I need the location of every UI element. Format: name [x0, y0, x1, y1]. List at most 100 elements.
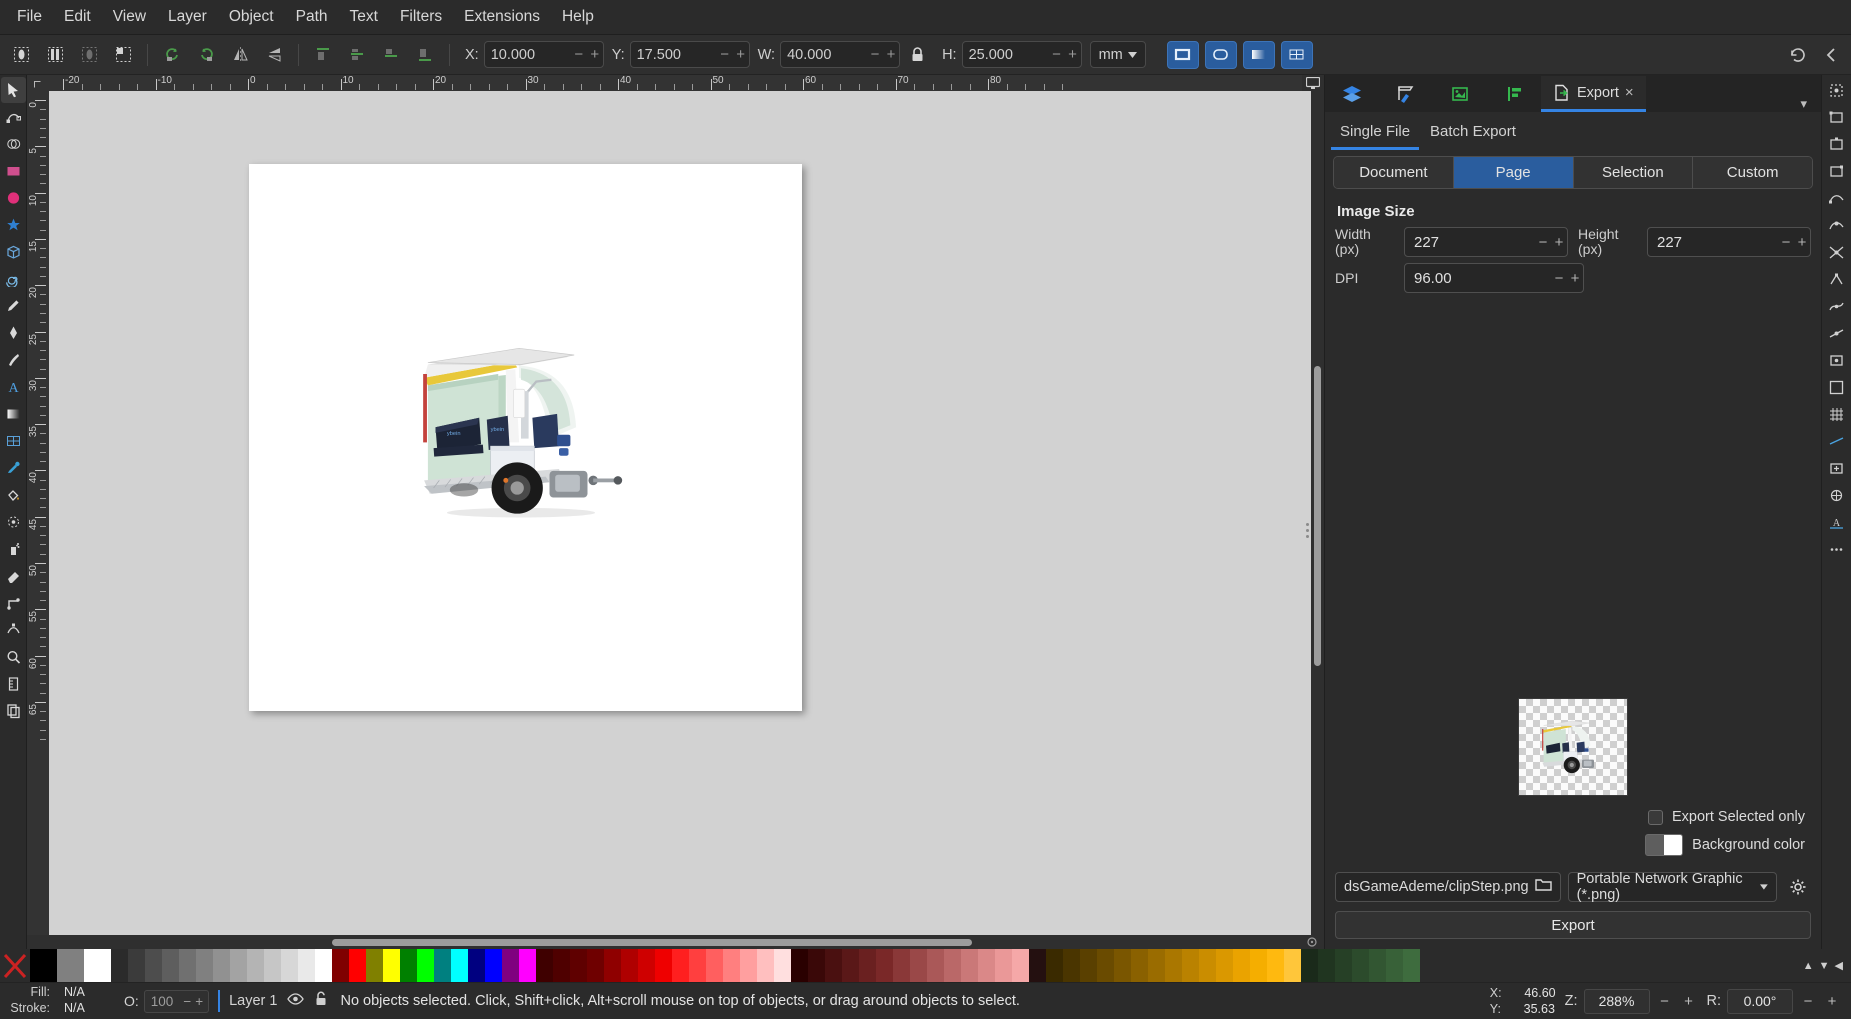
palette-swatch[interactable]: [298, 949, 315, 982]
raise-to-top-icon[interactable]: [308, 40, 338, 70]
palette-swatch[interactable]: [978, 949, 995, 982]
3dbox-tool[interactable]: [1, 239, 26, 265]
palette-swatch[interactable]: [1335, 949, 1352, 982]
h-increment[interactable]: +: [1065, 46, 1081, 63]
snap-guide-icon[interactable]: [1824, 428, 1850, 455]
opacity-increment[interactable]: +: [195, 994, 208, 1009]
y-decrement[interactable]: −: [717, 46, 733, 63]
palette-swatch[interactable]: [1165, 949, 1182, 982]
menu-extensions[interactable]: Extensions: [453, 4, 551, 30]
menu-help[interactable]: Help: [551, 4, 605, 30]
palette-swatch[interactable]: [128, 949, 145, 982]
palette-swatch[interactable]: [842, 949, 859, 982]
palette-swatch[interactable]: [417, 949, 434, 982]
w-input[interactable]: [781, 42, 868, 67]
h-spinner[interactable]: − +: [961, 41, 1082, 68]
palette-swatch[interactable]: [570, 949, 587, 982]
lower-icon[interactable]: [376, 40, 406, 70]
palette-swatch[interactable]: [1318, 949, 1335, 982]
palette-swatch[interactable]: [434, 949, 451, 982]
dock-tab-export[interactable]: Export ×: [1541, 76, 1646, 112]
canvas-horizontal-scrollbar[interactable]: [27, 935, 1324, 949]
height-decrement[interactable]: −: [1778, 234, 1794, 251]
vertical-scroll-thumb[interactable]: [1314, 366, 1321, 666]
rotation-decrement[interactable]: −: [1799, 993, 1817, 1010]
ruler-corner[interactable]: [27, 75, 49, 91]
chevron-down-icon[interactable]: ▼: [1819, 960, 1830, 972]
dock-tab-fill-stroke[interactable]: [1379, 76, 1433, 112]
menu-edit[interactable]: Edit: [53, 4, 102, 30]
width-input-wrapper[interactable]: − +: [1404, 227, 1568, 257]
palette-swatch[interactable]: [689, 949, 706, 982]
palette-swatch[interactable]: [553, 949, 570, 982]
palette-swatch[interactable]: [859, 949, 876, 982]
unlock-icon[interactable]: [314, 991, 328, 1011]
tab-single-file[interactable]: Single File: [1331, 118, 1420, 150]
menu-file[interactable]: File: [6, 4, 53, 30]
export-button[interactable]: Export: [1335, 911, 1811, 939]
dpi-decrement[interactable]: −: [1551, 270, 1567, 287]
palette-swatch[interactable]: [1148, 949, 1165, 982]
select-all-icon[interactable]: [6, 40, 36, 70]
calligraphy-tool[interactable]: [1, 347, 26, 373]
y-input[interactable]: [630, 42, 717, 67]
menu-object[interactable]: Object: [218, 4, 285, 30]
affect-gradients-button[interactable]: [1242, 40, 1275, 69]
x-decrement[interactable]: −: [571, 46, 587, 63]
palette-swatch[interactable]: [876, 949, 893, 982]
h-input[interactable]: [962, 42, 1049, 67]
snap-grid-icon[interactable]: [1824, 401, 1850, 428]
palette-swatch[interactable]: [927, 949, 944, 982]
eraser-tool[interactable]: [1, 563, 26, 589]
snap-bbox-icon[interactable]: [1824, 104, 1850, 131]
snap-nodes-icon[interactable]: [1824, 185, 1850, 212]
palette-swatch[interactable]: [1029, 949, 1046, 982]
rotation-input-wrapper[interactable]: [1727, 988, 1793, 1014]
snap-bbox-corner-icon[interactable]: [1824, 158, 1850, 185]
palette-swatch[interactable]: [349, 949, 366, 982]
export-filename-input[interactable]: dsGameAdeme/clipStep.png: [1335, 872, 1561, 902]
palette-swatch[interactable]: [1097, 949, 1114, 982]
height-increment[interactable]: +: [1794, 234, 1810, 251]
dpi-increment[interactable]: +: [1567, 270, 1583, 287]
palette-swatch[interactable]: [672, 949, 689, 982]
opacity-decrement[interactable]: −: [179, 994, 195, 1009]
palette-swatch[interactable]: [808, 949, 825, 982]
palette-swatch[interactable]: [536, 949, 553, 982]
palette-swatch[interactable]: [1199, 949, 1216, 982]
pages-tool[interactable]: [1, 698, 26, 724]
palette-swatch[interactable]: [791, 949, 808, 982]
palette-swatch[interactable]: [1216, 949, 1233, 982]
w-spinner[interactable]: − +: [780, 41, 901, 68]
palette-swatch[interactable]: [995, 949, 1012, 982]
canvas-image-etrike[interactable]: ybein ybein: [407, 336, 635, 526]
dock-tab-layers[interactable]: [1325, 76, 1379, 112]
spiral-tool[interactable]: [1, 266, 26, 292]
area-document[interactable]: Document: [1334, 157, 1454, 188]
affect-rounded-corners-button[interactable]: [1204, 40, 1237, 69]
palette-none-swatch[interactable]: [0, 949, 30, 982]
export-format-select[interactable]: Portable Network Graphic (*.png): [1567, 871, 1778, 903]
palette-swatch[interactable]: [1080, 949, 1097, 982]
export-selected-only-checkbox[interactable]: [1648, 809, 1663, 825]
spray-tool[interactable]: [1, 536, 26, 562]
command-history-icon[interactable]: [1783, 40, 1813, 70]
snap-page-border-icon[interactable]: [1824, 374, 1850, 401]
close-icon[interactable]: ×: [1625, 84, 1634, 101]
palette-swatch[interactable]: [179, 949, 196, 982]
width-decrement[interactable]: −: [1535, 234, 1551, 251]
affect-patterns-button[interactable]: [1280, 40, 1313, 69]
snap-object-center-icon[interactable]: [1824, 455, 1850, 482]
palette-swatch[interactable]: [485, 949, 502, 982]
rotate-cw-icon[interactable]: [191, 40, 221, 70]
height-input[interactable]: [1648, 233, 1778, 251]
zoom-decrement[interactable]: −: [1656, 993, 1674, 1010]
canvas[interactable]: ybein ybein: [49, 91, 1311, 935]
mesh-tool[interactable]: [1, 428, 26, 454]
menu-layer[interactable]: Layer: [157, 4, 218, 30]
area-selection[interactable]: Selection: [1573, 157, 1694, 188]
palette-color-strip[interactable]: [111, 949, 1795, 982]
snap-text-baseline-icon[interactable]: A: [1824, 509, 1850, 536]
snap-path-intersection-icon[interactable]: [1824, 239, 1850, 266]
raise-icon[interactable]: [342, 40, 372, 70]
